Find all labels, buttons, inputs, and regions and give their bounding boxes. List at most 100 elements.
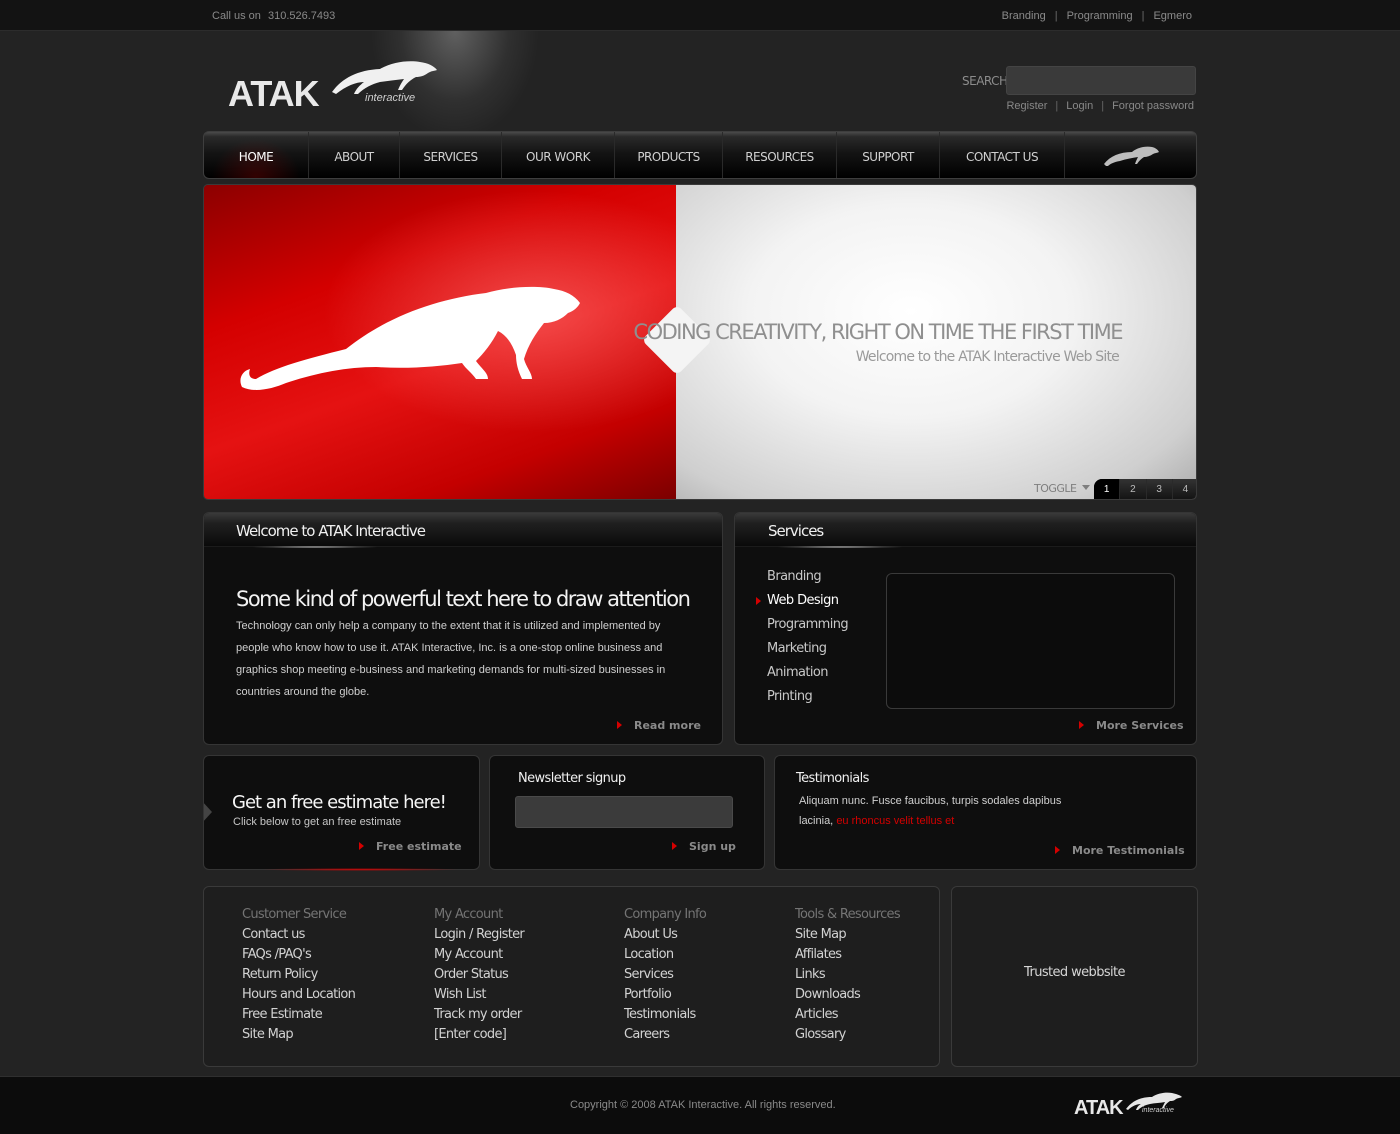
footer-link[interactable]: My Account [434, 947, 524, 967]
nav-products[interactable]: PRODUCTS [615, 132, 723, 178]
arrow-right-icon [359, 842, 364, 850]
welcome-title: Welcome to ATAK Interactive [236, 522, 426, 540]
newsletter-title: Newsletter signup [518, 771, 626, 786]
estimate-sub: Click below to get an free estimate [233, 816, 402, 828]
footer-heading: My Account [434, 907, 503, 922]
footer-link[interactable]: Glossary [795, 1027, 900, 1047]
footer-logo[interactable]: ATAK interactive [1074, 1087, 1186, 1121]
free-estimate-link[interactable]: Free estimate [359, 840, 462, 853]
services-title: Services [768, 522, 824, 540]
footer-link[interactable]: Return Policy [242, 967, 355, 987]
nav-home[interactable]: HOME [204, 132, 309, 178]
hero-page-1[interactable]: 1 [1094, 479, 1121, 499]
login-link[interactable]: Login [1066, 100, 1093, 112]
footer-link[interactable]: Articles [795, 1007, 900, 1027]
newsletter-email-field[interactable] [515, 796, 733, 828]
chevron-down-icon [1081, 485, 1090, 490]
hero-page-2[interactable]: 2 [1120, 479, 1147, 499]
footer-links-panel: Customer Service Contact us FAQs /PAQ's … [203, 886, 940, 1067]
service-preview-box [886, 573, 1175, 709]
newsletter-panel: Newsletter signup Sign up [489, 755, 765, 870]
footer-link[interactable]: Contact us [242, 927, 355, 947]
footer-link[interactable]: Track my order [434, 1007, 524, 1027]
nav-contact-us[interactable]: CONTACT US [940, 132, 1065, 178]
footer-logo-word: ATAK [1074, 1097, 1124, 1119]
cougar-logo-icon [332, 61, 437, 94]
logo-word: ATAK [228, 73, 320, 114]
service-item-web-design[interactable]: Web Design [755, 593, 848, 617]
footer-link[interactable]: Site Map [242, 1027, 355, 1047]
footer-link[interactable]: Testimonials [624, 1007, 706, 1027]
hero-headline: CODING CREATIVITY, RIGHT ON TIME THE FIR… [633, 320, 1123, 344]
service-item-animation[interactable]: Animation [767, 665, 848, 689]
copyright: Copyright © 2008 ATAK Interactive. All r… [570, 1099, 836, 1111]
footer-column-my-account: My Account Login / Register My Account O… [434, 907, 525, 1047]
testimonial-highlight: eu rhoncus velit tellus et [836, 815, 955, 827]
footer-link[interactable]: Careers [624, 1027, 706, 1047]
more-testimonials-label: More Testimonials [1072, 844, 1185, 857]
footer-link[interactable]: Location [624, 947, 706, 967]
footer-link[interactable]: FAQs /PAQ's [242, 947, 355, 967]
phone-number: 310.526.7493 [267, 10, 336, 22]
sign-up-link[interactable]: Sign up [672, 840, 736, 853]
bottom-bar: Copyright © 2008 ATAK Interactive. All r… [0, 1076, 1400, 1134]
more-services-link[interactable]: More Services [1079, 719, 1184, 732]
read-more-label: Read more [634, 719, 701, 732]
footer-link[interactable]: Services [624, 967, 706, 987]
footer-link[interactable]: About Us [624, 927, 706, 947]
forgot-password-link[interactable]: Forgot password [1112, 100, 1194, 112]
top-links: Branding | Programming | Egmero [1002, 10, 1192, 22]
footer-heading: Customer Service [242, 907, 347, 922]
more-services-label: More Services [1096, 719, 1184, 732]
sign-up-label: Sign up [689, 840, 736, 853]
footer-link[interactable]: Portfolio [624, 987, 706, 1007]
top-link-branding[interactable]: Branding [1002, 10, 1046, 22]
nav-services[interactable]: SERVICES [400, 132, 502, 178]
separator: | [1101, 100, 1105, 112]
services-list: Branding Web Design Programming Marketin… [755, 569, 849, 713]
footer-column-customer-service: Customer Service Contact us FAQs /PAQ's … [242, 907, 356, 1047]
footer-link[interactable]: [Enter code] [434, 1027, 524, 1047]
service-item-branding[interactable]: Branding [767, 569, 848, 593]
nav-resources[interactable]: RESOURCES [723, 132, 837, 178]
nav-about[interactable]: ABOUT [309, 132, 400, 178]
arrow-right-icon [1055, 846, 1060, 854]
read-more-link[interactable]: Read more [617, 719, 701, 732]
hero-toggle[interactable]: TOGGLE [1034, 482, 1090, 495]
nav-support[interactable]: SUPPORT [837, 132, 940, 178]
top-link-egmero[interactable]: Egmero [1153, 10, 1192, 22]
footer-heading: Tools & Resources [795, 907, 901, 922]
call-us: Call us on 310.526.7493 [212, 10, 335, 22]
hero-pager: 1 2 3 4 [1094, 479, 1196, 499]
service-item-programming[interactable]: Programming [767, 617, 849, 641]
register-link[interactable]: Register [1006, 100, 1047, 112]
footer-link[interactable]: Login / Register [434, 927, 525, 947]
footer-link[interactable]: Hours and Location [242, 987, 356, 1007]
footer-link[interactable]: Wish List [434, 987, 524, 1007]
footer-link[interactable]: Free Estimate [242, 1007, 355, 1027]
hero-page-4[interactable]: 4 [1173, 479, 1196, 499]
testimonials-panel: Testimonials Aliquam nunc. Fusce faucibu… [774, 755, 1197, 870]
header-glow [775, 546, 905, 548]
nav-our-work[interactable]: OUR WORK [502, 132, 615, 178]
service-item-marketing[interactable]: Marketing [767, 641, 848, 665]
top-link-programming[interactable]: Programming [1067, 10, 1133, 22]
hero-page-3[interactable]: 3 [1147, 479, 1173, 499]
site-logo[interactable]: ATAK interactive [228, 58, 443, 114]
free-estimate-label: Free estimate [376, 840, 462, 853]
service-item-printing[interactable]: Printing [767, 689, 848, 713]
footer-link[interactable]: Site Map [795, 927, 900, 947]
more-testimonials-link[interactable]: More Testimonials [1055, 844, 1185, 857]
arrow-right-icon [1079, 721, 1084, 729]
footer-link[interactable]: Order Status [434, 967, 524, 987]
call-us-label: Call us on [212, 10, 261, 22]
testimonials-title: Testimonials [796, 771, 869, 786]
footer-link[interactable]: Affilates [795, 947, 900, 967]
footer-link[interactable]: Downloads [795, 987, 900, 1007]
search-input[interactable] [1006, 66, 1196, 95]
testimonial-quote: Aliquam nunc. Fusce faucibus, turpis sod… [799, 791, 1079, 831]
search-label: SEARCH [962, 74, 1008, 88]
toggle-label: TOGGLE [1034, 482, 1077, 495]
estimate-title: Get an free estimate here! [232, 792, 447, 813]
footer-link[interactable]: Links [795, 967, 900, 987]
